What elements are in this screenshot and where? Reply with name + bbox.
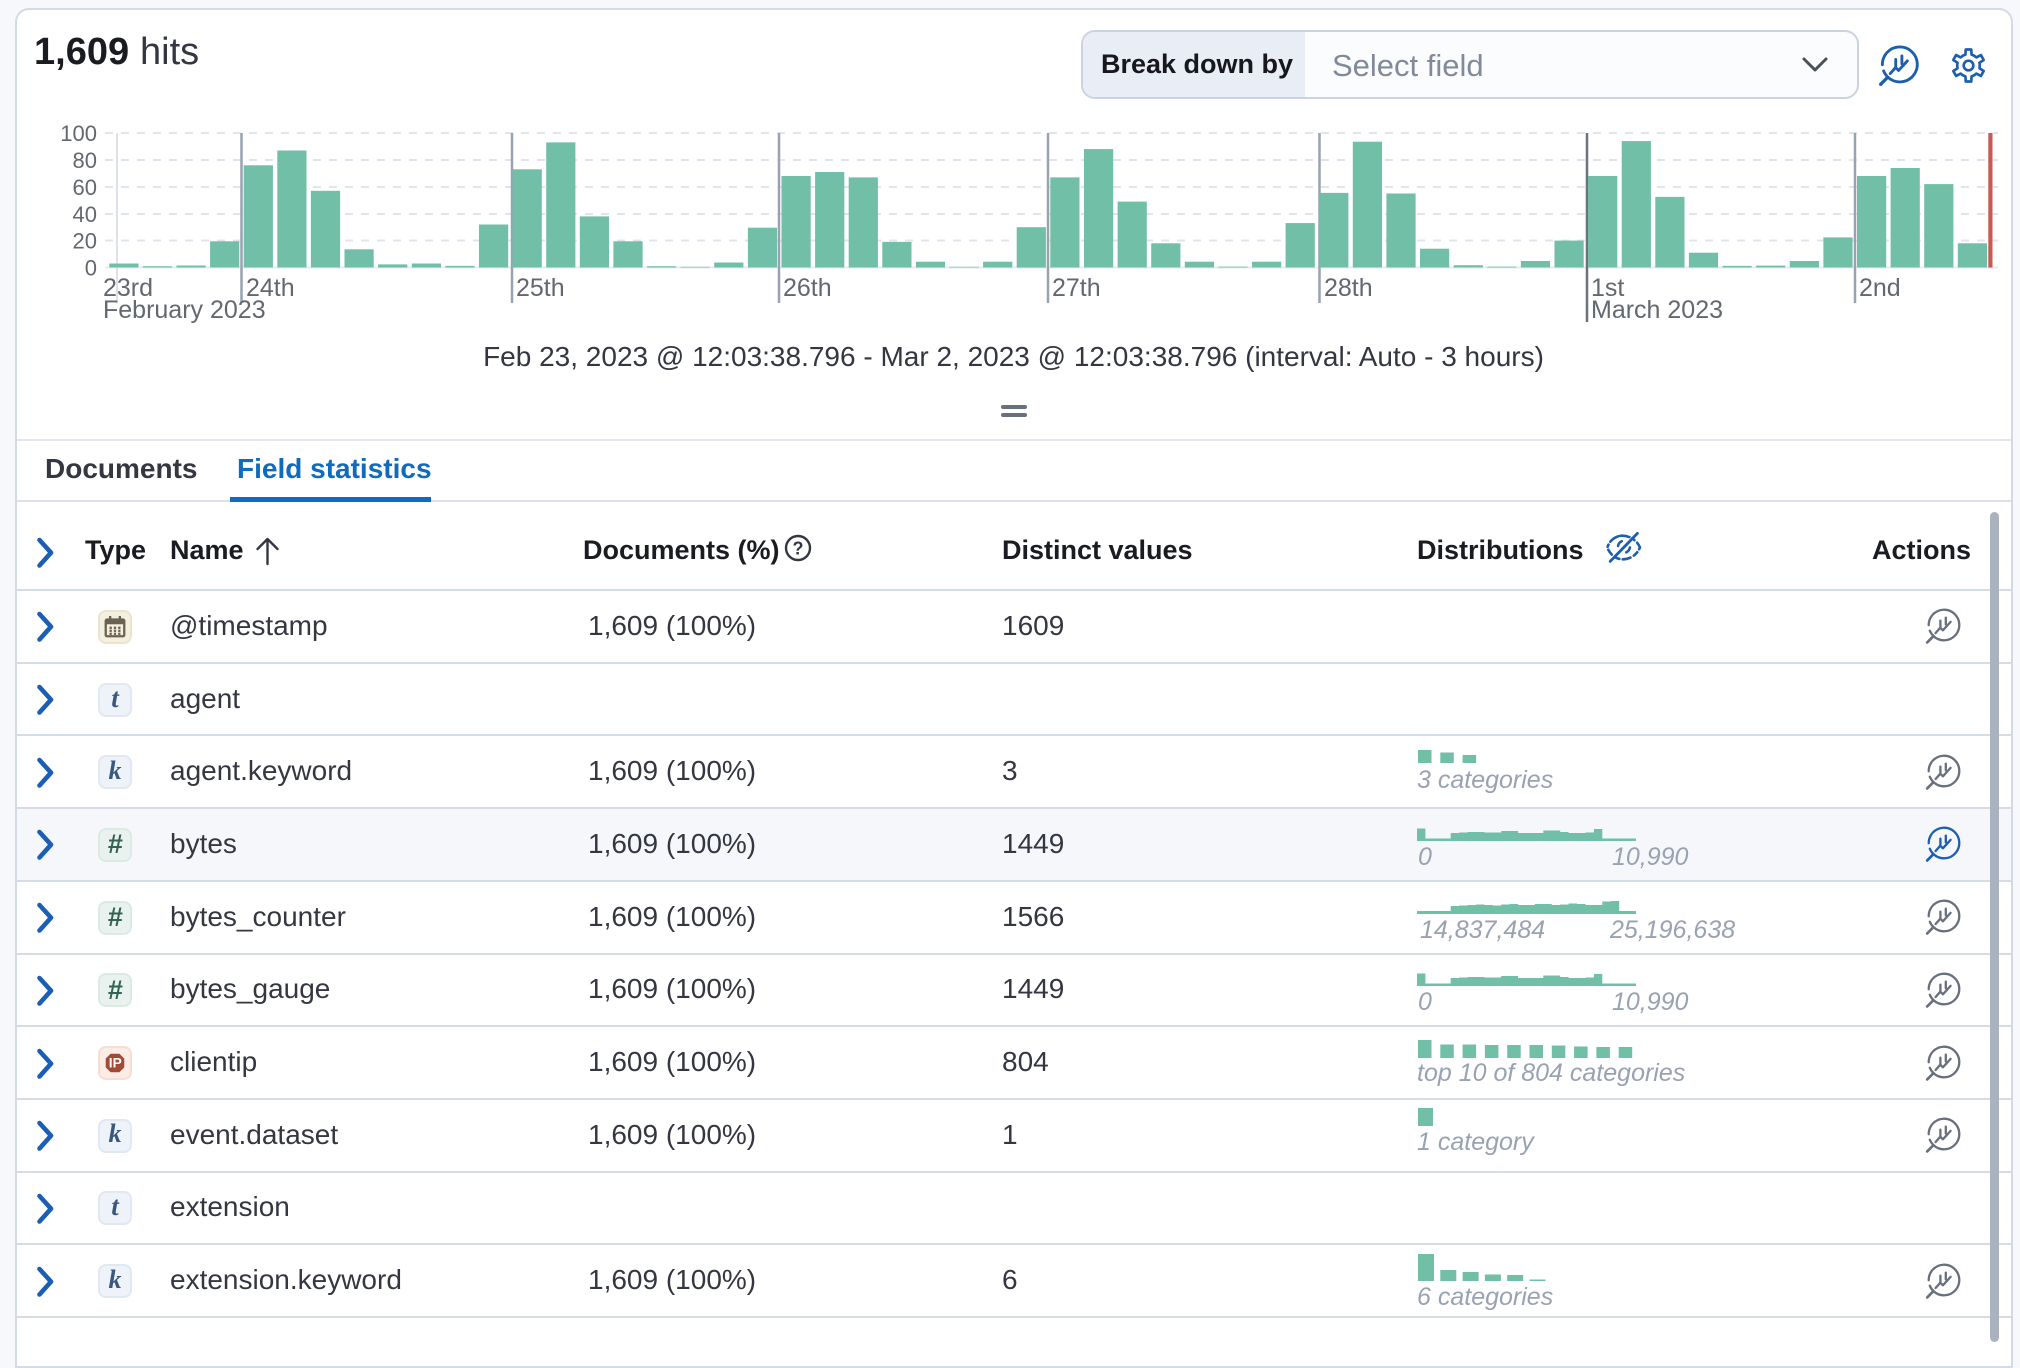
svg-text:March 2023: March 2023 [1591, 296, 1723, 324]
svg-text:25th: 25th [516, 274, 565, 302]
svg-text:80: 80 [73, 148, 97, 173]
svg-text:February 2023: February 2023 [103, 296, 266, 324]
svg-text:20: 20 [73, 229, 97, 254]
svg-text:26th: 26th [783, 274, 832, 302]
svg-text:100: 100 [60, 121, 97, 146]
svg-text:0: 0 [85, 256, 97, 281]
svg-text:2nd: 2nd [1859, 274, 1901, 302]
svg-text:27th: 27th [1052, 274, 1101, 302]
svg-text:?: ? [793, 539, 804, 559]
svg-text:IP: IP [109, 1055, 122, 1070]
svg-text:60: 60 [73, 175, 97, 200]
svg-text:40: 40 [73, 202, 97, 227]
svg-text:28th: 28th [1324, 274, 1373, 302]
